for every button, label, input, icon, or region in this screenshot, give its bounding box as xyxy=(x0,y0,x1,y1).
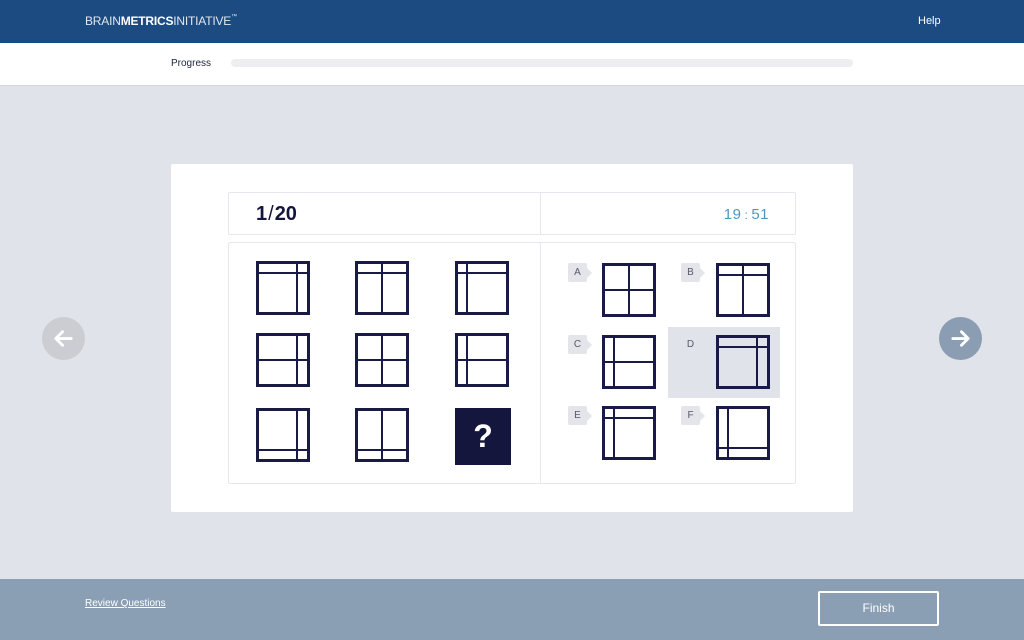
timer-separator: : xyxy=(744,208,749,222)
arrow-right-icon xyxy=(951,330,970,347)
question-total: 20 xyxy=(274,203,297,225)
option-f-figure[interactable] xyxy=(716,406,770,460)
logo-part-metrics: METRICS xyxy=(120,14,174,28)
footer-bar: Review Questions Finish xyxy=(0,579,1024,640)
matrix-cell xyxy=(355,333,409,387)
matrix-cell xyxy=(355,261,409,315)
question-card: 1/20 19:51 ? A B C D E F xyxy=(171,164,853,512)
question-header: 1/20 19:51 xyxy=(228,192,796,235)
progress-label: Progress xyxy=(171,58,212,69)
option-e-label[interactable]: E xyxy=(568,406,592,425)
progress-track xyxy=(231,59,853,67)
option-f-label[interactable]: F xyxy=(681,406,705,425)
logo-trademark: ™ xyxy=(231,14,237,20)
review-questions-link[interactable]: Review Questions xyxy=(85,598,166,609)
option-a-label[interactable]: A xyxy=(568,263,592,282)
finish-button[interactable]: Finish xyxy=(818,591,939,626)
option-b-label[interactable]: B xyxy=(681,263,705,282)
matrix-cell xyxy=(256,261,310,315)
previous-question-button[interactable] xyxy=(42,317,85,360)
option-d-figure[interactable] xyxy=(716,335,770,389)
matrix-cell xyxy=(455,261,509,315)
brand-logo: BRAINMETRICSINITIATIVE™ xyxy=(85,14,237,28)
option-c-label[interactable]: C xyxy=(568,335,592,354)
matrix-cell xyxy=(256,333,310,387)
header-divider xyxy=(540,193,541,234)
puzzle-divider xyxy=(540,243,541,483)
arrow-left-icon xyxy=(54,330,73,347)
matrix-cell xyxy=(355,408,409,462)
help-link[interactable]: Help xyxy=(918,15,941,27)
question-separator: / xyxy=(268,203,274,225)
question-counter: 1/20 xyxy=(256,203,297,226)
matrix-cell xyxy=(455,333,509,387)
puzzle-area: ? A B C D E F xyxy=(228,242,796,484)
option-a-figure[interactable] xyxy=(602,263,656,317)
timer-seconds: 51 xyxy=(751,206,769,223)
progress-section: Progress xyxy=(0,43,1024,86)
matrix-cell xyxy=(256,408,310,462)
countdown-timer: 19:51 xyxy=(724,206,769,223)
top-bar: BRAINMETRICSINITIATIVE™ Help xyxy=(0,0,1024,43)
option-d-label[interactable]: D xyxy=(681,335,700,354)
next-question-button[interactable] xyxy=(939,317,982,360)
question-current: 1 xyxy=(256,203,268,225)
option-c-figure[interactable] xyxy=(602,335,656,389)
option-b-figure[interactable] xyxy=(716,263,770,317)
option-e-figure[interactable] xyxy=(602,406,656,460)
missing-cell-question-mark: ? xyxy=(455,408,511,465)
logo-part-brain: BRAIN xyxy=(85,14,121,28)
timer-minutes: 19 xyxy=(723,206,742,223)
logo-part-initiative: INITIATIVE xyxy=(173,14,232,28)
